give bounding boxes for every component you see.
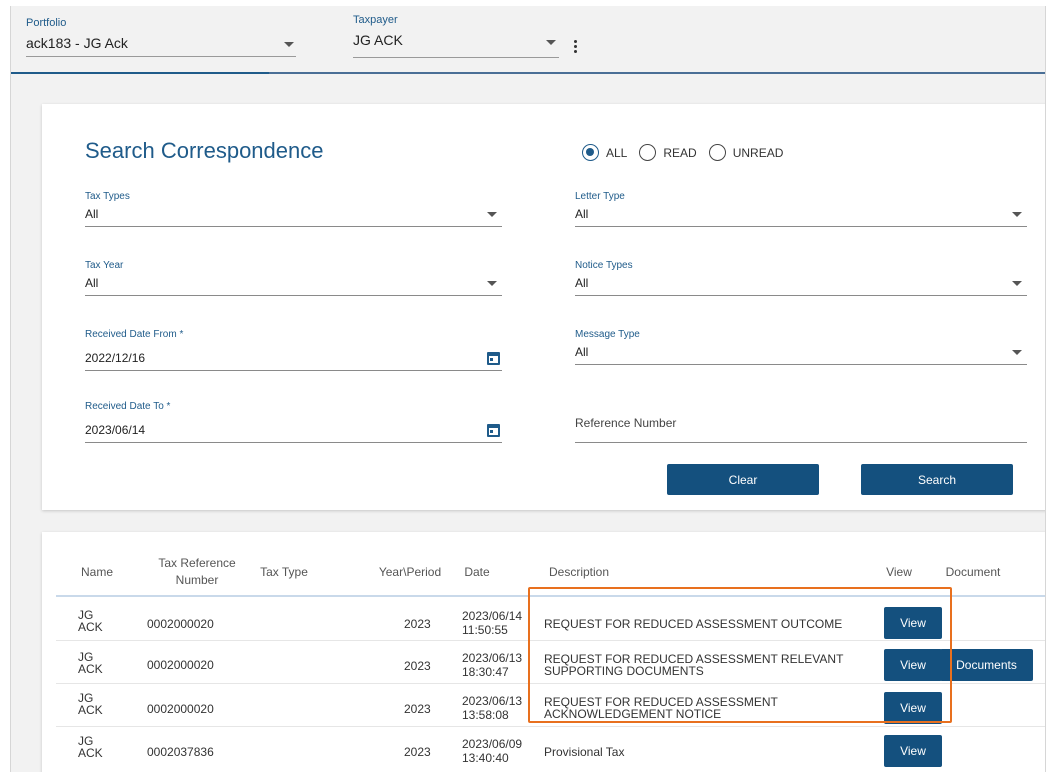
chevron-down-icon bbox=[546, 40, 556, 45]
view-button[interactable]: View bbox=[884, 649, 942, 681]
row-time: 18:30:47 bbox=[462, 665, 509, 679]
radio-read-label: READ bbox=[663, 145, 697, 160]
received-date-from-value: 2022/12/16 bbox=[85, 351, 146, 365]
radio-read[interactable]: READ bbox=[639, 144, 697, 161]
chevron-down-icon bbox=[284, 42, 294, 47]
column-header-document: Document bbox=[945, 565, 1001, 579]
reference-number-placeholder: Reference Number bbox=[575, 416, 677, 430]
calendar-icon[interactable] bbox=[487, 352, 500, 365]
search-correspondence-card: Search Correspondence ALL READ UNREAD Ta… bbox=[42, 104, 1045, 510]
more-options-icon[interactable] bbox=[574, 40, 578, 54]
active-tab-indicator bbox=[11, 72, 269, 74]
row-description: REQUEST FOR REDUCED ASSESSMENT RELEVANT … bbox=[544, 652, 844, 678]
row-divider bbox=[56, 640, 1045, 641]
read-filter-radio-group: ALL READ UNREAD bbox=[582, 144, 795, 161]
column-header-tax-type: Tax Type bbox=[260, 565, 308, 579]
received-date-from-field[interactable]: Received Date From * 2022/12/16 bbox=[85, 329, 502, 371]
chevron-down-icon bbox=[487, 212, 497, 217]
radio-unread[interactable]: UNREAD bbox=[708, 144, 784, 161]
row-tax-reference: 0002000020 bbox=[147, 658, 214, 672]
chevron-down-icon bbox=[487, 281, 497, 286]
tax-types-label: Tax Types bbox=[85, 191, 130, 202]
taxpayer-value: JG ACK bbox=[353, 32, 403, 48]
column-header-view: View bbox=[886, 565, 912, 579]
chevron-down-icon bbox=[1012, 281, 1022, 286]
row-year: 2023 bbox=[404, 745, 431, 759]
letter-type-label: Letter Type bbox=[575, 191, 625, 202]
notice-types-label: Notice Types bbox=[575, 260, 633, 271]
notice-types-select[interactable]: Notice Types All bbox=[575, 260, 1027, 296]
radio-all-label: ALL bbox=[606, 145, 628, 160]
letter-type-value: All bbox=[575, 207, 589, 221]
row-date: 2023/06/13 bbox=[462, 651, 523, 665]
view-button[interactable]: View bbox=[884, 692, 942, 724]
row-time: 11:50:55 bbox=[462, 623, 508, 637]
row-name: JG ACK bbox=[78, 608, 103, 634]
row-time: 13:40:40 bbox=[462, 751, 509, 765]
radio-all[interactable]: ALL bbox=[582, 144, 627, 161]
row-time: 13:58:08 bbox=[462, 708, 509, 722]
portfolio-select[interactable]: Portfolio ack183 - JG Ack bbox=[26, 17, 296, 57]
portfolio-value: ack183 - JG Ack bbox=[26, 35, 128, 51]
tax-year-select[interactable]: Tax Year All bbox=[85, 260, 502, 296]
column-header-date: Date bbox=[464, 565, 490, 579]
column-header-tax-reference-number: Tax Reference Number bbox=[158, 556, 236, 587]
row-date: 2023/06/09 bbox=[462, 737, 523, 751]
letter-type-select[interactable]: Letter Type All bbox=[575, 191, 1027, 227]
column-header-year-period: Year\Period bbox=[378, 565, 442, 579]
column-header-description: Description bbox=[548, 565, 610, 579]
row-description: Provisional Tax bbox=[544, 745, 625, 759]
tax-year-value: All bbox=[85, 276, 99, 290]
row-description: REQUEST FOR REDUCED ASSESSMENT OUTCOME bbox=[544, 617, 843, 631]
view-button[interactable]: View bbox=[884, 607, 942, 639]
notice-types-value: All bbox=[575, 276, 589, 290]
row-tax-reference: 0002000020 bbox=[147, 617, 214, 631]
tax-year-label: Tax Year bbox=[85, 260, 124, 271]
row-description: REQUEST FOR REDUCED ASSESSMENT ACKNOWLED… bbox=[544, 695, 778, 721]
row-year: 2023 bbox=[404, 702, 431, 716]
message-type-value: All bbox=[575, 345, 589, 359]
row-name: JG ACK bbox=[78, 734, 103, 760]
received-date-to-field[interactable]: Received Date To * 2023/06/14 bbox=[85, 401, 502, 443]
results-table: Name Tax Reference Number Tax Type Year\… bbox=[42, 532, 1045, 772]
row-year: 2023 bbox=[404, 659, 431, 673]
radio-unselected-icon bbox=[639, 144, 657, 161]
chevron-down-icon bbox=[1012, 212, 1022, 217]
row-tax-reference: 0002000020 bbox=[147, 702, 214, 716]
column-header-name: Name bbox=[80, 565, 113, 579]
row-divider bbox=[56, 683, 1045, 684]
page-title: Search Correspondence bbox=[85, 138, 324, 163]
app-frame: Portfolio ack183 - JG Ack Taxpayer JG AC… bbox=[10, 6, 1046, 772]
search-button[interactable]: Search bbox=[861, 464, 1013, 495]
row-divider bbox=[56, 726, 1045, 727]
calendar-icon[interactable] bbox=[487, 424, 500, 437]
top-bar: Portfolio ack183 - JG Ack Taxpayer JG AC… bbox=[11, 6, 1045, 74]
chevron-down-icon bbox=[1012, 350, 1022, 355]
row-date: 2023/06/14 bbox=[462, 609, 523, 623]
row-date: 2023/06/13 bbox=[462, 694, 523, 708]
table-header-divider bbox=[56, 595, 1045, 597]
portfolio-label: Portfolio bbox=[26, 17, 67, 29]
radio-selected-icon bbox=[582, 144, 599, 161]
row-year: 2023 bbox=[404, 617, 431, 631]
received-date-to-value: 2023/06/14 bbox=[85, 423, 146, 437]
reference-number-input[interactable]: Reference Number bbox=[575, 409, 1027, 443]
radio-unselected-icon bbox=[708, 144, 726, 161]
received-date-from-label: Received Date From * bbox=[85, 329, 184, 340]
message-type-label: Message Type bbox=[575, 329, 640, 340]
radio-unread-label: UNREAD bbox=[732, 145, 784, 160]
row-name: JG ACK bbox=[78, 650, 103, 676]
taxpayer-select[interactable]: Taxpayer JG ACK bbox=[353, 14, 559, 58]
taxpayer-label: Taxpayer bbox=[353, 14, 398, 26]
message-type-select[interactable]: Message Type All bbox=[575, 329, 1027, 365]
tax-types-select[interactable]: Tax Types All bbox=[85, 191, 502, 227]
clear-button[interactable]: Clear bbox=[667, 464, 819, 495]
view-button[interactable]: View bbox=[884, 735, 942, 767]
documents-button[interactable]: Documents bbox=[940, 649, 1033, 681]
row-tax-reference: 0002037836 bbox=[147, 745, 214, 759]
received-date-to-label: Received Date To * bbox=[85, 401, 171, 412]
tax-types-value: All bbox=[85, 207, 99, 221]
row-name: JG ACK bbox=[78, 691, 103, 717]
